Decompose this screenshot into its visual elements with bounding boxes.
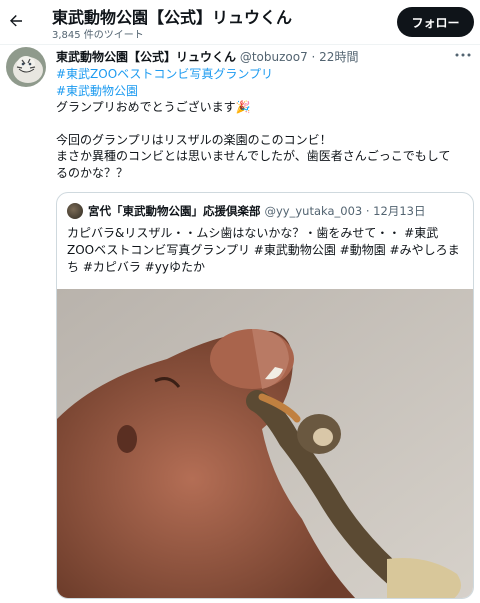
hashtag-link[interactable]: #東武ZOOベストコンビ写真グランプリ <box>56 66 470 83</box>
tweet-header: 東武動物公園【公式】リュウくん @tobuzoo7 · 22時間 <box>56 48 436 65</box>
quoted-tweet-header: 宮代「東武動物公園」応援倶楽部 @yy_yutaka_003 · 12月13日 <box>67 203 467 219</box>
quoted-tweet-card[interactable]: 宮代「東武動物公園」応援倶楽部 @yy_yutaka_003 · 12月13日 … <box>56 192 474 599</box>
quoted-handle-time: @yy_yutaka_003 · 12月13日 <box>264 204 426 218</box>
more-options-icon[interactable] <box>452 46 474 64</box>
quoted-text-line: カピバラ&リスザル・・ムシ歯はないかな？・歯をみせて・・ #東武 <box>67 226 439 240</box>
hashtag-link[interactable]: #東武動物公園 <box>56 83 470 100</box>
quoted-avatar[interactable] <box>67 203 83 219</box>
quoted-text-line: ち #カピバラ #yyゆたか <box>67 260 205 274</box>
tweet-count: 3,845 件のツイート <box>52 30 144 41</box>
tweet-line: グランプリおめでとうございます🎉 <box>56 100 251 114</box>
display-name[interactable]: 東武動物公園【公式】リュウくん <box>56 50 236 64</box>
capybara-monkey-photo[interactable] <box>57 289 473 598</box>
quoted-display-name: 宮代「東武動物公園」応援倶楽部 <box>88 204 261 218</box>
back-arrow-icon[interactable] <box>4 6 28 36</box>
quoted-tweet-text: カピバラ&リスザル・・ムシ歯はないかな？・歯をみせて・・ #東武 ZOOベストコ… <box>67 225 467 276</box>
tweet-line: るのかな？？ <box>56 165 129 180</box>
quoted-text-line: ZOOベストコンビ写真グランプリ #東武動物公園 #動物園 #みやしろま <box>67 243 460 257</box>
avatar[interactable] <box>6 47 46 87</box>
follow-button[interactable]: フォロー <box>397 7 474 37</box>
tweet-text: #東武ZOOベストコンビ写真グランプリ #東武動物公園 グランプリおめでとうござ… <box>56 66 470 181</box>
header-divider <box>0 44 480 45</box>
handle-time[interactable]: @tobuzoo7 · 22時間 <box>240 50 359 64</box>
profile-header: 東武動物公園【公式】リュウくん 3,845 件のツイート フォロー <box>0 0 480 44</box>
tweet-line: まさか異種のコンビとは思いませんでしたが、歯医者さんごっこでもして <box>56 149 451 163</box>
tweet-line: 今回のグランプリはリスザルの楽園のこのコンビ！ <box>56 132 332 147</box>
profile-title: 東武動物公園【公式】リュウくん <box>52 8 293 27</box>
